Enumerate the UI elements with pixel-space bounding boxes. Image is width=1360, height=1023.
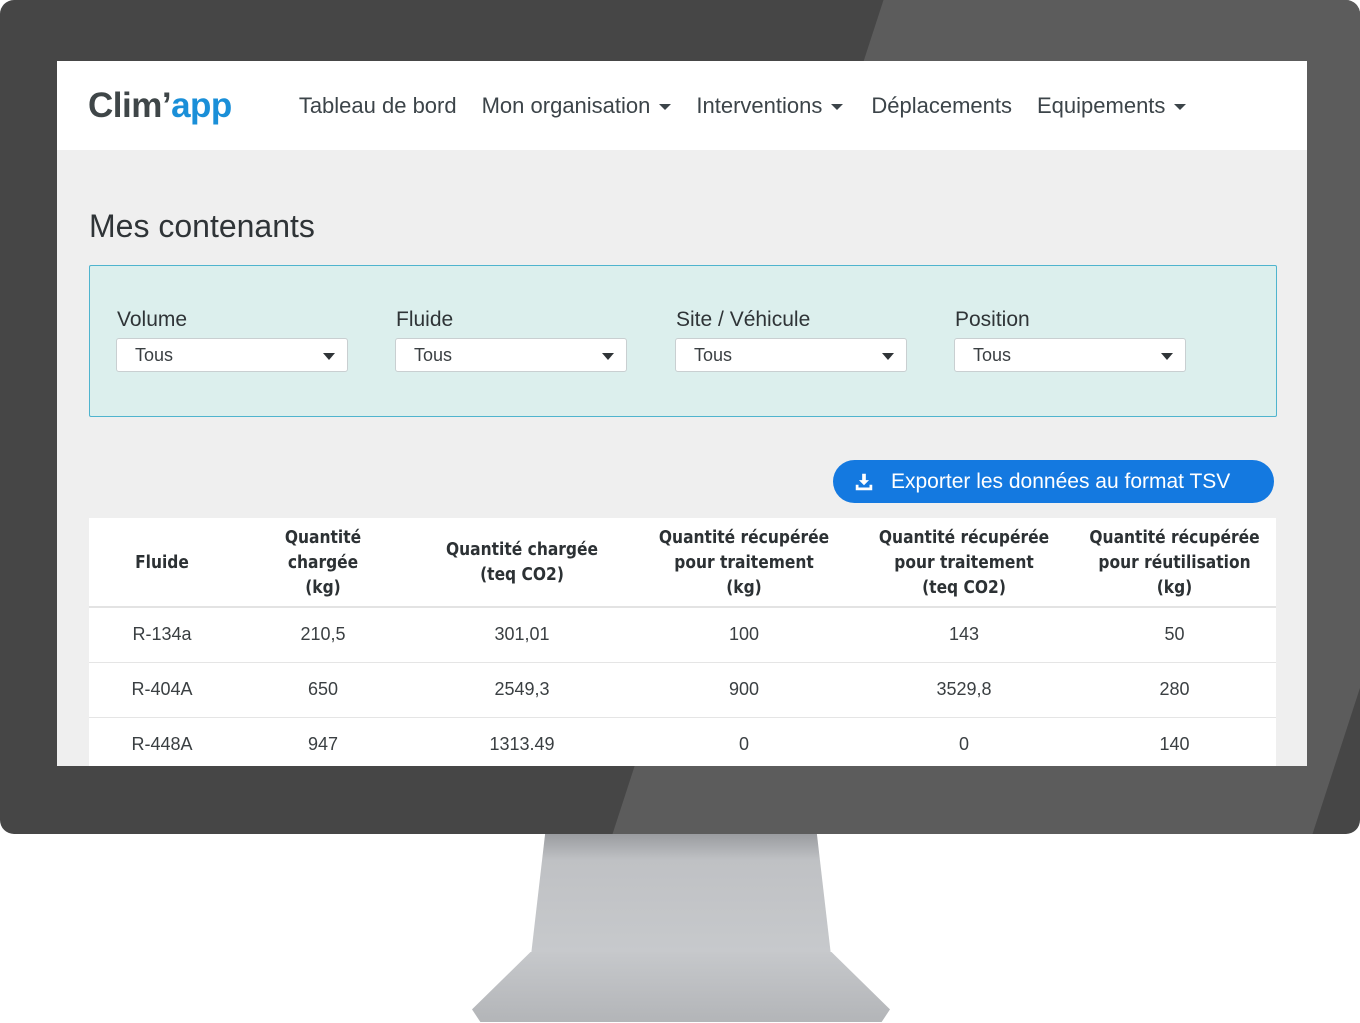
- nav-label: Mon organisation: [481, 92, 651, 118]
- export-tsv-button[interactable]: Exporter les données au format TSV: [833, 460, 1274, 503]
- logo-text-clim: Clim’: [88, 85, 172, 125]
- caret-down-icon: [323, 353, 335, 360]
- column-header-fluide[interactable]: Fluide: [99, 518, 225, 607]
- caret-down-icon: [831, 103, 844, 110]
- download-icon: [855, 473, 873, 490]
- cell-recovered-reuse-kg: 280: [1159, 679, 1190, 699]
- cell-recovered-reuse-kg: 140: [1159, 734, 1190, 754]
- top-navbar: Clim’ app Tableau de bord Mon organisatio…: [57, 61, 1307, 150]
- filter-fluide: Fluide Tous: [395, 308, 627, 372]
- table-row[interactable]: R-134a 210,5 301,01 100 143 50: [89, 607, 1276, 662]
- select-value: Tous: [694, 344, 733, 365]
- header-line: Fluide: [135, 551, 189, 573]
- header-line: (teq CO2): [922, 576, 1006, 598]
- nav-label: Déplacements: [871, 92, 1012, 118]
- cell-recovered-reuse-kg: 50: [1164, 624, 1185, 645]
- column-header-quantite-chargee-kg[interactable]: Quantité chargée (kg): [247, 518, 398, 607]
- header-line: pour traitement: [674, 551, 814, 573]
- select-value: Tous: [973, 344, 1012, 365]
- site-vehicule-select[interactable]: Tous: [675, 338, 907, 372]
- cell-recovered-treatment-teq: 143: [948, 624, 980, 645]
- nav-item-mon-organisation[interactable]: Mon organisation: [482, 93, 672, 119]
- cell-fluide: R-134a: [132, 624, 192, 645]
- app-logo[interactable]: Clim’ app: [88, 86, 232, 126]
- filter-label: Fluide: [396, 308, 454, 331]
- cell-recovered-treatment-kg: 100: [728, 624, 760, 645]
- cell-recovered-treatment-kg: 0: [738, 734, 749, 754]
- containers-table: Fluide Quantité chargée (kg) Quantité ch…: [89, 518, 1276, 766]
- header-line: pour réutilisation: [1098, 551, 1251, 573]
- caret-down-icon: [602, 353, 614, 360]
- column-header-recuperee-traitement-kg[interactable]: Quantité récupérée pour traitement (kg): [649, 518, 840, 607]
- cell-charged-kg: 650: [307, 679, 339, 699]
- header-line: Quantité récupérée: [1089, 526, 1260, 548]
- export-button-label: Exporter les données au format TSV: [891, 469, 1231, 493]
- header-line: (kg): [305, 576, 341, 598]
- cell-charged-teq: 1313.49: [489, 734, 555, 754]
- header-line: Quantité chargée: [445, 539, 599, 560]
- cell-recovered-treatment-teq: 0: [958, 734, 969, 754]
- nav-item-deplacements[interactable]: Déplacements: [871, 93, 1012, 119]
- monitor-stand-neck: [530, 834, 832, 964]
- filter-position: Position Tous: [954, 308, 1186, 372]
- select-value: Tous: [414, 344, 453, 365]
- monitor-frame: Clim’ app Tableau de bord Mon organisatio…: [0, 0, 1360, 834]
- nav-label: Tableau de bord: [298, 92, 457, 118]
- header-line: pour traitement: [894, 551, 1034, 573]
- cell-fluide: R-404A: [131, 679, 193, 699]
- header-line: Quantité chargée: [284, 526, 362, 573]
- page-title: Mes contenants: [89, 208, 315, 244]
- caret-down-icon: [882, 353, 894, 360]
- column-header-recuperee-reutilisation-kg[interactable]: Quantité récupérée pour réutilisation (k…: [1087, 518, 1262, 607]
- cell-charged-kg: 947: [307, 734, 339, 754]
- table-row[interactable]: R-448A 947 1313.49 0 0 140: [89, 717, 1276, 766]
- cell-charged-teq: 2549,3: [494, 679, 550, 699]
- nav-item-interventions[interactable]: Interventions: [696, 92, 844, 119]
- fluide-select[interactable]: Tous: [395, 338, 627, 372]
- cell-recovered-treatment-teq: 3529,8: [936, 679, 992, 699]
- logo-text-app: app: [171, 85, 232, 125]
- app-screen: Clim’ app Tableau de bord Mon organisatio…: [57, 61, 1307, 766]
- nav-item-tableau-de-bord[interactable]: Tableau de bord: [299, 93, 457, 119]
- header-line: Quantité récupérée: [878, 526, 1050, 548]
- monitor-stand-base: [472, 952, 890, 1022]
- nav-item-equipements[interactable]: Equipements: [1037, 92, 1187, 119]
- cell-charged-kg: 210,5: [300, 624, 346, 645]
- header-line: (kg): [1156, 576, 1193, 598]
- nav-label: Interventions: [696, 92, 823, 118]
- column-header-recuperee-traitement-teq[interactable]: Quantité récupérée pour traitement (teq …: [870, 518, 1057, 607]
- caret-down-icon: [1161, 353, 1173, 360]
- filter-volume: Volume Tous: [116, 308, 348, 372]
- filter-panel: Volume Tous Fluide Tous Site / Véhicule …: [89, 265, 1277, 417]
- filter-label: Position: [955, 308, 1030, 331]
- select-value: Tous: [135, 344, 174, 365]
- filter-site-vehicule: Site / Véhicule Tous: [675, 308, 907, 372]
- cell-recovered-treatment-kg: 900: [728, 679, 760, 699]
- header-line: Quantité récupérée: [658, 526, 830, 548]
- caret-down-icon: [1174, 103, 1187, 110]
- header-line: (teq CO2): [480, 564, 564, 585]
- cell-fluide: R-448A: [131, 734, 193, 754]
- filter-label: Site / Véhicule: [676, 308, 811, 331]
- volume-select[interactable]: Tous: [116, 338, 348, 372]
- nav-label: Equipements: [1037, 92, 1166, 118]
- cell-charged-teq: 301,01: [494, 624, 550, 645]
- filter-label: Volume: [117, 308, 188, 331]
- column-header-quantite-chargee-teq[interactable]: Quantité chargée (teq CO2): [427, 518, 618, 607]
- table-header-row: Fluide Quantité chargée (kg) Quantité ch…: [89, 518, 1276, 607]
- position-select[interactable]: Tous: [954, 338, 1186, 372]
- main-nav: Tableau de bord Mon organisation Interve…: [299, 93, 1212, 119]
- header-line: (kg): [726, 576, 762, 598]
- caret-down-icon: [659, 103, 672, 110]
- table-row[interactable]: R-404A 650 2549,3 900 3529,8 280: [89, 662, 1276, 717]
